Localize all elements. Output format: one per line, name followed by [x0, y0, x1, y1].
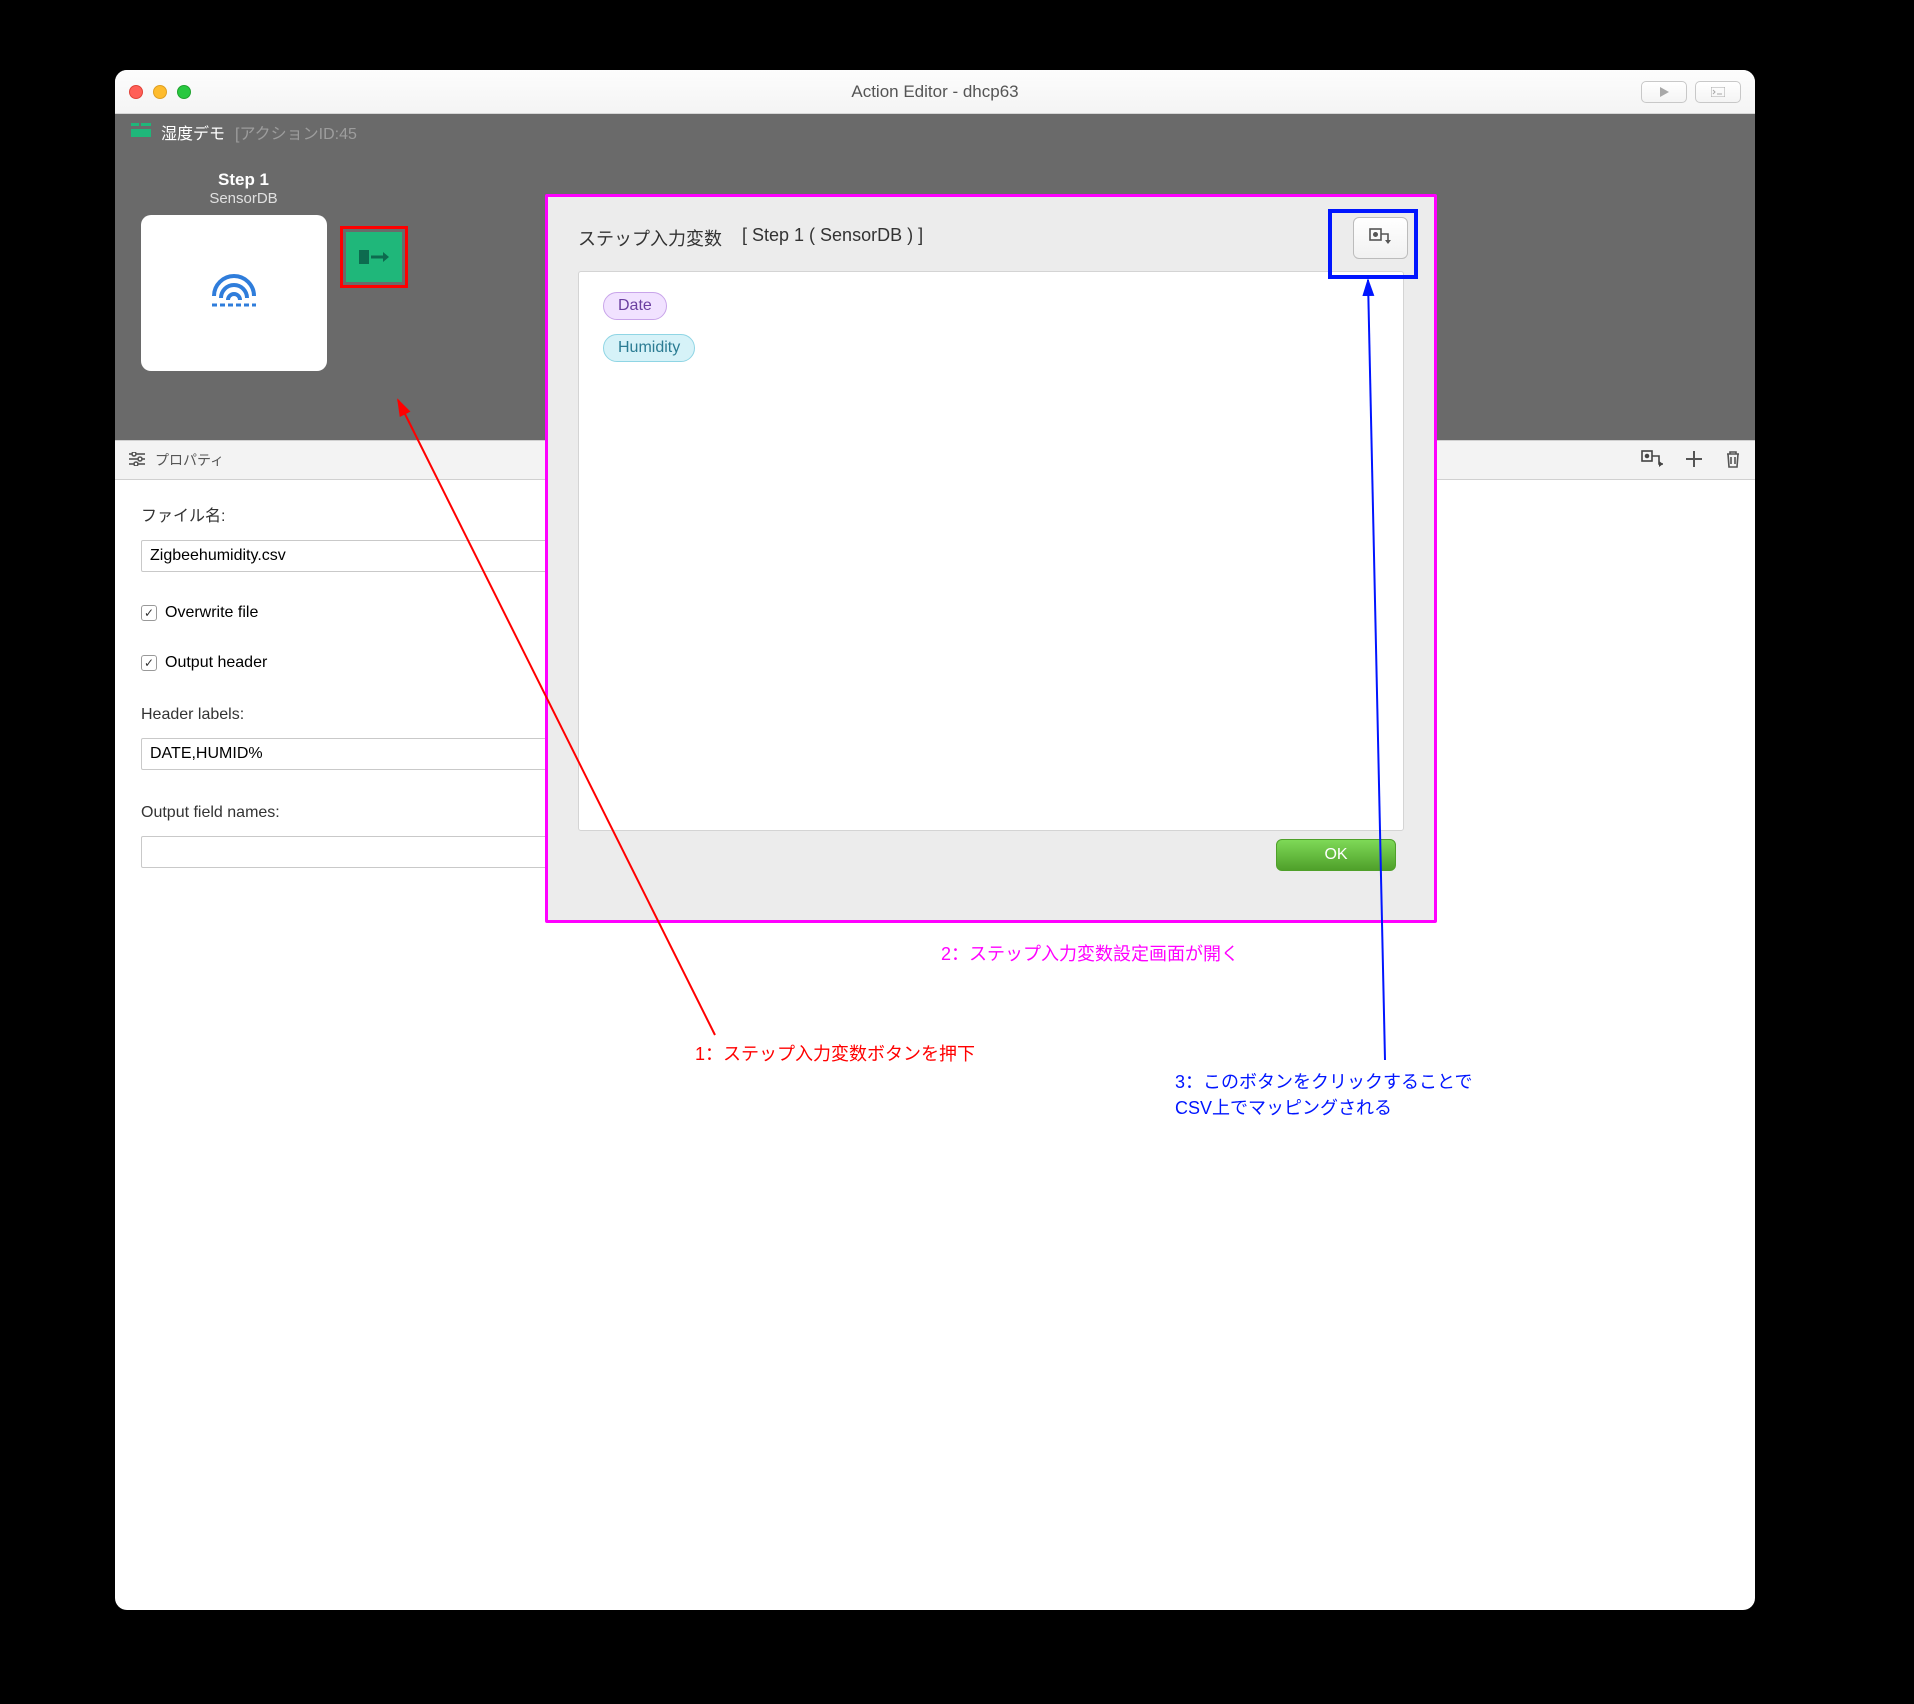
app-window: Action Editor - dhcp63 湿度デモ [アクションID:45 … — [115, 70, 1755, 1610]
annotation-box-3 — [1328, 209, 1418, 279]
variables-list: Date Humidity — [578, 271, 1404, 831]
step-title: Step 1 — [141, 170, 346, 190]
output-header-label: Output header — [165, 654, 267, 672]
step-node[interactable]: Step 1 SensorDB — [141, 170, 346, 371]
step-subtitle: SensorDB — [141, 190, 346, 207]
var-tag-date[interactable]: Date — [603, 292, 667, 320]
annotation-box-1 — [340, 226, 408, 288]
annotation-3a: 3：このボタンをクリックすることで — [1175, 1068, 1472, 1094]
annotation-2: 2：ステップ入力変数設定画面が開く — [941, 940, 1239, 966]
overwrite-checkbox[interactable]: ✓ — [141, 605, 157, 621]
trash-icon[interactable] — [1725, 450, 1741, 471]
header-labels-input[interactable] — [141, 738, 551, 770]
minimize-icon[interactable] — [153, 85, 167, 99]
action-name: 湿度デモ — [161, 120, 225, 144]
output-header-checkbox[interactable]: ✓ — [141, 655, 157, 671]
sensor-icon — [206, 272, 262, 314]
output-fields-input[interactable] — [141, 836, 551, 868]
add-icon[interactable] — [1685, 450, 1703, 471]
step-input-vars-dialog: ステップ入力変数 [ Step 1 ( SensorDB ) ] Date Hu… — [545, 194, 1437, 923]
action-id: [アクションID:45 — [235, 120, 357, 144]
close-icon[interactable] — [129, 85, 143, 99]
annotation-3b: CSV上でマッピングされる — [1175, 1094, 1392, 1120]
properties-label: プロパティ — [155, 450, 224, 470]
breadcrumb: 湿度デモ [アクションID:45 — [115, 114, 1755, 150]
titlebar: Action Editor - dhcp63 — [115, 70, 1755, 114]
window-title: Action Editor - dhcp63 — [115, 82, 1755, 102]
step-box[interactable] — [141, 215, 327, 371]
console-button[interactable] — [1695, 81, 1741, 103]
overwrite-label: Overwrite file — [165, 604, 258, 622]
settings-icon — [129, 452, 145, 469]
var-tag-humidity[interactable]: Humidity — [603, 334, 695, 362]
action-icon — [131, 123, 151, 142]
modal-context: [ Step 1 ( SensorDB ) ] — [742, 225, 923, 251]
map-variables-icon[interactable] — [1641, 450, 1663, 471]
annotation-1: 1：ステップ入力変数ボタンを押下 — [695, 1040, 975, 1066]
play-button[interactable] — [1641, 81, 1687, 103]
filename-input[interactable] — [141, 540, 551, 572]
traffic-lights — [129, 85, 191, 99]
ok-button[interactable]: OK — [1276, 839, 1396, 871]
modal-title: ステップ入力変数 — [578, 225, 722, 251]
zoom-icon[interactable] — [177, 85, 191, 99]
